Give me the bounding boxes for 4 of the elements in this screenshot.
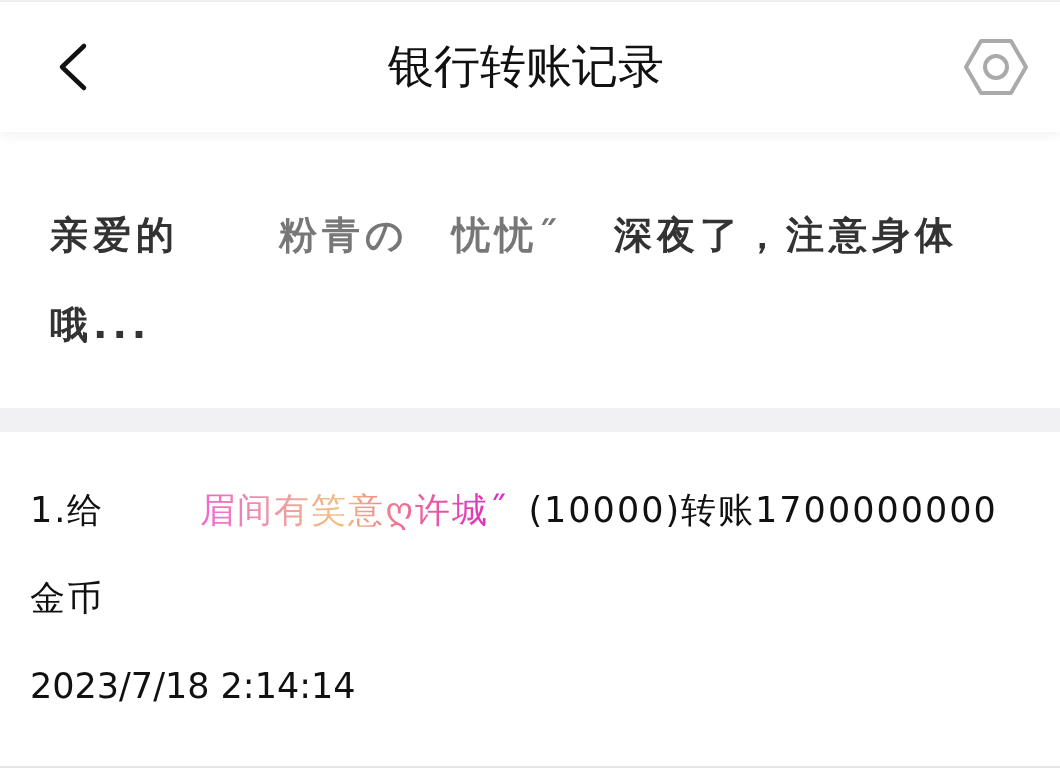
greeting-text: 亲爱的 粉青の 忧忧˝ 深夜了，注意身体哦... [50,212,959,349]
record-timestamp: 2023/7/18 2:14:14 [30,665,357,708]
page-title: 银行转账记录 [388,38,664,95]
transfer-record-text: 1.给 眉间有笑意ღ许城˝ (10000)转账1700000000金币 [30,489,999,620]
